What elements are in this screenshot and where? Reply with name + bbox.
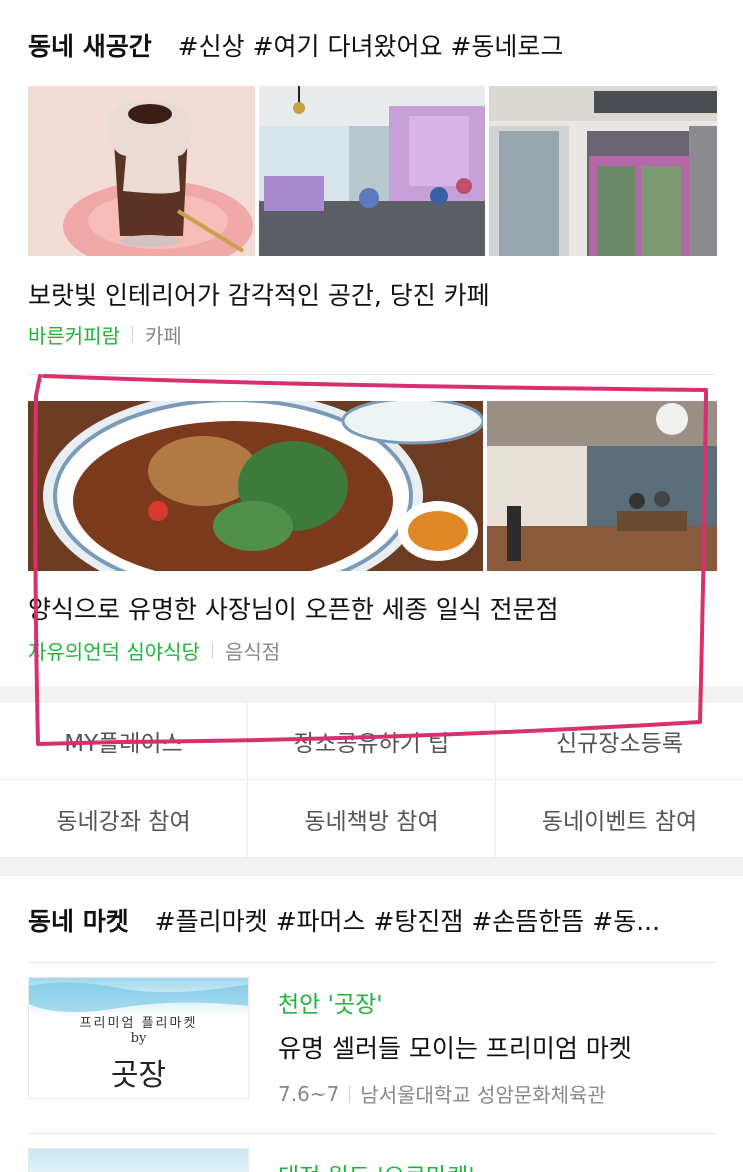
section-tags[interactable]: #신상 #여기 다녀왔어요 #동네로그	[178, 32, 564, 61]
restaurant-interior-photo[interactable]	[487, 401, 717, 571]
menu-grid-row: MY플레이스 장소공유하기 팁 신규장소등록	[0, 703, 743, 780]
local-bookstore-button[interactable]: 동네책방 참여	[248, 781, 496, 857]
meta-divider	[211, 642, 213, 659]
section-header-market: 동네 마켓 #플리마켓 #파머스 #탕진잼 #손뜸한뜸 #동...	[28, 902, 660, 938]
thumb-caption: 프리미엄 플리마켓	[79, 1016, 198, 1031]
section-header-new-space: 동네 새공간 #신상 #여기 다녀왔어요 #동네로그	[28, 27, 563, 63]
thumb-by: by	[130, 1031, 147, 1046]
market-meta: 7.6~7 남서울대학교 성암문화체육관	[278, 1079, 632, 1108]
market-date: 7.6~7	[278, 1081, 340, 1106]
cafe-drink-photo[interactable]	[28, 86, 255, 256]
local-class-button[interactable]: 동네강좌 참여	[0, 781, 248, 857]
market-list-item[interactable]: 프리미엄 플리마켓 by 곳장 천안 '곳장' 유명 셀러들 모이는 프리미엄 …	[28, 962, 715, 1107]
curry-dish-photo[interactable]	[28, 401, 483, 571]
meta-divider	[132, 326, 133, 343]
card-image-row[interactable]	[28, 401, 717, 571]
meta-divider	[349, 1085, 351, 1102]
place-category: 음식점	[224, 640, 281, 664]
storefront-photo[interactable]	[489, 86, 717, 256]
market-venue: 남서울대학교 성암문화체육관	[360, 1083, 606, 1107]
divider	[28, 374, 715, 375]
card-meta: 자유의언덕 심야식당 음식점	[28, 636, 280, 665]
market-location: 대전 원도 '으로마켓'	[278, 1157, 475, 1172]
market-item-text: 천안 '곳장' 유명 셀러들 모이는 프리미엄 마켓 7.6~7 남서울대학교 …	[278, 985, 632, 1108]
market-thumbnail[interactable]: 프리미엄 플리마켓 by 곳장	[28, 977, 249, 1099]
place-category: 카페	[145, 324, 182, 348]
market-thumbnail[interactable]	[28, 1148, 249, 1172]
card-title[interactable]: 보랏빛 인테리어가 감각적인 공간, 당진 카페	[28, 276, 490, 312]
local-event-button[interactable]: 동네이벤트 참여	[496, 781, 743, 857]
storefront-illustration	[489, 86, 717, 256]
section-gap	[0, 686, 743, 703]
card-image-row[interactable]	[28, 86, 717, 256]
menu-grid-row: 동네강좌 참여 동네책방 참여 동네이벤트 참여	[0, 781, 743, 858]
restaurant-illustration	[487, 401, 717, 571]
place-name-link[interactable]: 자유의언덕 심야식당	[28, 636, 200, 665]
section-gap	[0, 858, 743, 876]
dish-illustration	[28, 401, 483, 571]
register-place-button[interactable]: 신규장소등록	[496, 703, 743, 779]
market-location: 천안 '곳장'	[278, 992, 383, 1018]
my-place-button[interactable]: MY플레이스	[0, 703, 248, 779]
thumb-logo-text: 곳장	[110, 1058, 167, 1093]
market-title[interactable]: 유명 셀러들 모이는 프리미엄 마켓	[278, 1029, 632, 1065]
menu-grid: MY플레이스 장소공유하기 팁 신규장소등록 동네강좌 참여 동네책방 참여 동…	[0, 703, 743, 858]
card-title[interactable]: 양식으로 유명한 사장님이 오픈한 세종 일식 전문점	[28, 590, 559, 626]
interior-illustration	[258, 86, 486, 256]
card-meta: 바른커피람 카페	[28, 320, 182, 349]
section-tags[interactable]: #플리마켓 #파머스 #탕진잼 #손뜸한뜸 #동...	[155, 907, 660, 936]
share-place-tip-button[interactable]: 장소공유하기 팁	[248, 703, 496, 779]
cafe-drink-illustration	[28, 86, 255, 256]
market-list-item[interactable]: 대전 원도 '으로마켓'	[28, 1133, 715, 1172]
purple-interior-photo[interactable]	[258, 86, 486, 256]
section-title: 동네 새공간	[28, 32, 152, 61]
section-title: 동네 마켓	[28, 907, 129, 936]
place-name-link[interactable]: 바른커피람	[28, 320, 120, 349]
